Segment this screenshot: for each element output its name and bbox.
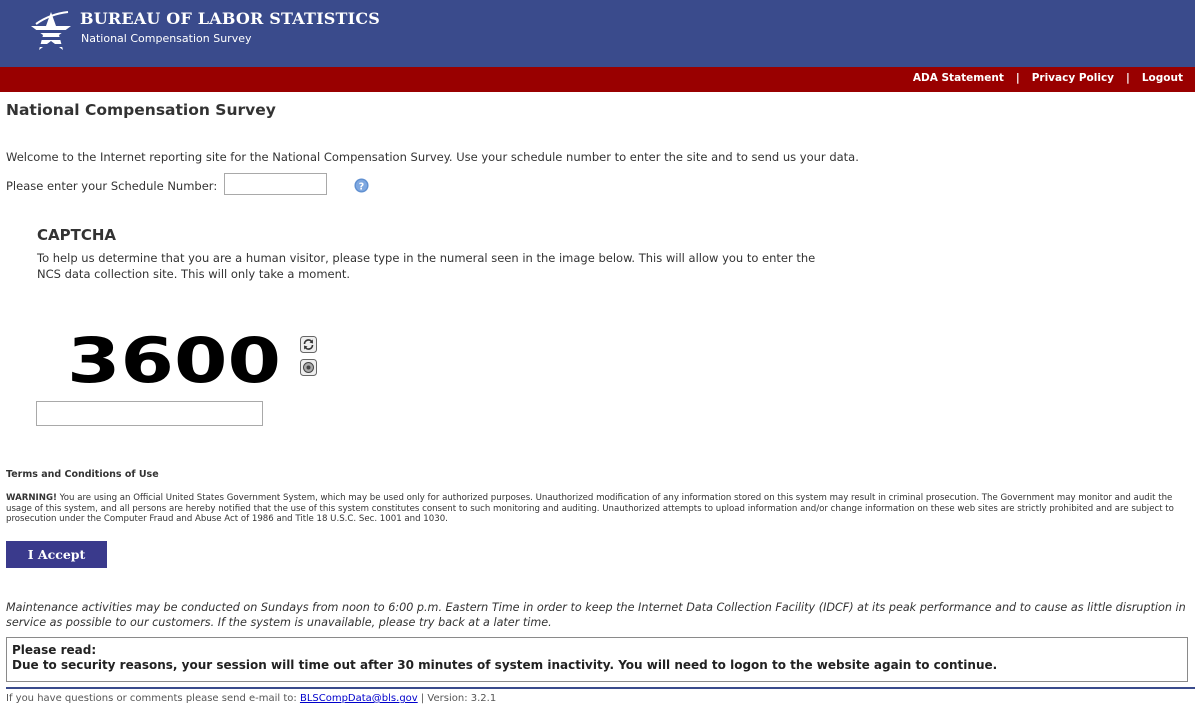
logout-link[interactable]: Logout [1142,72,1183,84]
top-nav-bar: ADA Statement | Privacy Policy | Logout [0,67,1195,92]
footer-divider [6,687,1195,689]
captcha-input[interactable] [36,401,263,426]
audio-icon[interactable] [300,359,317,376]
captcha-title: CAPTCHA [37,226,117,244]
schedule-number-input[interactable] [224,173,327,195]
accept-button[interactable]: I Accept [6,541,107,568]
notice-text: Due to security reasons, your session wi… [12,658,998,672]
site-header: BUREAU OF LABOR STATISTICS National Comp… [0,0,1195,67]
contact-email-link[interactable]: BLSCompData@bls.gov [300,693,418,704]
maintenance-notice: Maintenance activities may be conducted … [6,601,1186,629]
captcha-code: 3600 [67,330,281,388]
refresh-icon[interactable] [300,336,317,353]
schedule-number-label: Please enter your Schedule Number: [6,179,218,193]
session-timeout-notice: Please read: Due to security reasons, yo… [6,637,1188,682]
warning-label: WARNING! [6,493,57,503]
bls-star-logo-icon [31,11,71,50]
notice-heading: Please read: [12,643,97,657]
help-icon[interactable]: ? [354,178,369,193]
captcha-image: 3600 [67,330,281,388]
footer-version: | Version: 3.2.1 [417,693,497,704]
site-subtitle: National Compensation Survey [81,32,252,45]
terms-title: Terms and Conditions of Use [6,469,159,480]
warning-body: You are using an Official United States … [6,493,1174,524]
footer-prefix: If you have questions or comments please… [6,693,300,704]
footer: If you have questions or comments please… [6,693,496,704]
welcome-text: Welcome to the Internet reporting site f… [6,150,859,164]
agency-name: BUREAU OF LABOR STATISTICS [80,9,381,28]
privacy-policy-link[interactable]: Privacy Policy [1032,72,1114,84]
nav-separator: | [1015,72,1020,84]
svg-text:?: ? [359,181,364,192]
warning-text: WARNING! You are using an Official Unite… [6,493,1191,525]
top-links: ADA Statement | Privacy Policy | Logout [913,72,1183,84]
captcha-instructions: To help us determine that you are a huma… [37,251,816,281]
ada-statement-link[interactable]: ADA Statement [913,72,1004,84]
page-title: National Compensation Survey [6,101,276,119]
nav-separator: | [1126,72,1130,84]
